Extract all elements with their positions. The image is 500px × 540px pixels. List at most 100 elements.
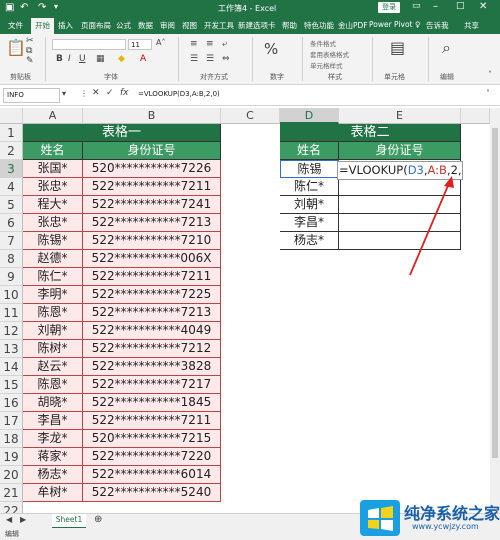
close-icon[interactable]: ✕ xyxy=(479,1,487,12)
table1-name-cell[interactable]: 程大* xyxy=(23,196,83,214)
column-header-c[interactable]: C xyxy=(221,108,280,124)
tab-insert[interactable]: 插入 xyxy=(58,20,73,31)
table2-header-id[interactable]: 身份证号 xyxy=(339,142,461,160)
row-header-1[interactable]: 1 xyxy=(0,124,23,142)
table1-name-cell[interactable]: 蒋家* xyxy=(23,448,83,466)
format-as-table-button[interactable]: 套用表格格式 xyxy=(310,49,349,59)
tab-formulas[interactable]: 公式 xyxy=(116,20,131,31)
row-header-9[interactable]: 9 xyxy=(0,268,23,286)
table1-id-cell[interactable]: 522***********7210 xyxy=(83,232,221,250)
tab-pdf[interactable]: 金山PDF xyxy=(338,20,368,31)
table2-title[interactable]: 表格二 xyxy=(280,124,461,142)
row-header-13[interactable]: 13 xyxy=(0,340,23,358)
tab-power-pivot[interactable]: Power Pivot xyxy=(369,20,412,29)
tab-features[interactable]: 特色功能 xyxy=(304,20,334,31)
tab-home[interactable]: 开始 xyxy=(31,18,54,34)
row-header-10[interactable]: 10 xyxy=(0,286,23,304)
scrollbar-thumb[interactable] xyxy=(492,128,498,458)
row-header-21[interactable]: 21 xyxy=(0,484,23,502)
ribbon-display-icon[interactable]: ▭ xyxy=(412,1,421,11)
cells-icon[interactable]: ▤ xyxy=(390,38,405,57)
align-top-icon[interactable]: ≡ xyxy=(190,39,198,49)
cancel-icon[interactable]: ✕ xyxy=(92,88,100,98)
table1-header-id[interactable]: 身份证号 xyxy=(83,142,221,160)
table1-title[interactable]: 表格一 xyxy=(23,124,221,142)
table1-name-cell[interactable]: 李龙* xyxy=(23,430,83,448)
table1-name-cell[interactable]: 赵云* xyxy=(23,358,83,376)
column-header-d[interactable]: D xyxy=(280,108,339,124)
column-header-a[interactable]: A xyxy=(23,108,83,124)
row-header-20[interactable]: 20 xyxy=(0,466,23,484)
copy-icon[interactable]: ⧉ xyxy=(26,46,32,56)
tab-help[interactable]: 帮助 xyxy=(282,20,297,31)
name-box[interactable]: INFO xyxy=(3,88,60,103)
row-header-3[interactable]: 3 xyxy=(0,160,23,178)
cut-icon[interactable]: ✂ xyxy=(26,36,34,46)
table1-id-cell[interactable]: 522***********7241 xyxy=(83,196,221,214)
table1-id-cell[interactable]: 522***********7213 xyxy=(83,304,221,322)
vertical-scrollbar[interactable] xyxy=(490,108,500,513)
table1-name-cell[interactable]: 牟树* xyxy=(23,484,83,502)
grow-font-icon[interactable]: A˄ xyxy=(156,38,165,47)
save-icon[interactable]: ▣ xyxy=(5,2,14,13)
table2-name-cell[interactable]: 李昌* xyxy=(280,214,339,232)
table1-id-cell[interactable]: 522***********4049 xyxy=(83,322,221,340)
bold-icon[interactable]: B xyxy=(56,54,63,64)
tab-data[interactable]: 数据 xyxy=(138,20,153,31)
align-left-icon[interactable]: ☰ xyxy=(190,54,198,64)
table1-id-cell[interactable]: 520***********7215 xyxy=(83,430,221,448)
row-header-11[interactable]: 11 xyxy=(0,304,23,322)
scroll-right-icon[interactable]: ▶ xyxy=(20,515,26,524)
table1-id-cell[interactable]: 522***********7225 xyxy=(83,286,221,304)
table1-id-cell[interactable]: 522***********7211 xyxy=(83,178,221,196)
formula-input[interactable]: =VLOOKUP(D3,A:B,2,0) xyxy=(138,90,220,98)
table2-name-cell[interactable]: 陈锡 xyxy=(280,160,339,178)
table1-name-cell[interactable]: 张国* xyxy=(23,160,83,178)
select-all-corner[interactable] xyxy=(0,108,23,124)
table2-header-name[interactable]: 姓名 xyxy=(280,142,339,160)
sheet-tab-sheet1[interactable]: Sheet1 xyxy=(52,514,86,529)
find-icon[interactable]: ⌕ xyxy=(442,38,451,58)
row-header-19[interactable]: 19 xyxy=(0,448,23,466)
column-header-f[interactable] xyxy=(461,108,490,124)
table1-name-cell[interactable]: 张忠* xyxy=(23,178,83,196)
table1-name-cell[interactable]: 胡晓* xyxy=(23,394,83,412)
table1-id-cell[interactable]: 522***********7217 xyxy=(83,376,221,394)
table1-id-cell[interactable]: 522***********5240 xyxy=(83,484,221,502)
table1-name-cell[interactable]: 陈恩* xyxy=(23,304,83,322)
row-header-14[interactable]: 14 xyxy=(0,358,23,376)
row-header-6[interactable]: 6 xyxy=(0,214,23,232)
row-header-16[interactable]: 16 xyxy=(0,394,23,412)
table1-name-cell[interactable]: 陈仁* xyxy=(23,268,83,286)
row-header-8[interactable]: 8 xyxy=(0,250,23,268)
column-header-b[interactable]: B xyxy=(83,108,221,124)
expand-formula-icon[interactable]: ˅ xyxy=(486,89,490,98)
format-painter-icon[interactable]: ✎ xyxy=(26,56,34,66)
table1-id-cell[interactable]: 522***********006X xyxy=(83,250,221,268)
row-header-2[interactable]: 2 xyxy=(0,142,23,160)
table1-id-cell[interactable]: 522***********6014 xyxy=(83,466,221,484)
table1-id-cell[interactable]: 520***********7226 xyxy=(83,160,221,178)
font-name-input[interactable] xyxy=(52,39,126,50)
number-format-icon[interactable]: % xyxy=(264,40,278,58)
table1-name-cell[interactable]: 李昌* xyxy=(23,412,83,430)
row-header-18[interactable]: 18 xyxy=(0,430,23,448)
tab-developer[interactable]: 开发工具 xyxy=(204,20,234,31)
row-header-17[interactable]: 17 xyxy=(0,412,23,430)
tab-view[interactable]: 视图 xyxy=(182,20,197,31)
table1-name-cell[interactable]: 赵德* xyxy=(23,250,83,268)
insert-function-icon[interactable]: fx xyxy=(120,88,129,98)
table2-name-cell[interactable]: 陈仁* xyxy=(280,178,339,196)
row-header-5[interactable]: 5 xyxy=(0,196,23,214)
paste-icon[interactable]: 📋 xyxy=(6,38,26,57)
wrap-text-icon[interactable]: ⤶ xyxy=(222,39,227,49)
fill-color-icon[interactable]: ◆ xyxy=(118,54,125,64)
cell-styles-button[interactable]: 单元格样式 xyxy=(310,60,343,70)
row-header-22[interactable]: 22 xyxy=(0,502,23,513)
border-icon[interactable]: ▦ xyxy=(96,54,105,64)
table2-name-cell[interactable]: 杨志* xyxy=(280,232,339,250)
enter-icon[interactable]: ✓ xyxy=(106,88,114,98)
table1-name-cell[interactable]: 陈恩* xyxy=(23,376,83,394)
conditional-formatting-button[interactable]: 条件格式 xyxy=(310,38,336,48)
table1-id-cell[interactable]: 522***********3828 xyxy=(83,358,221,376)
